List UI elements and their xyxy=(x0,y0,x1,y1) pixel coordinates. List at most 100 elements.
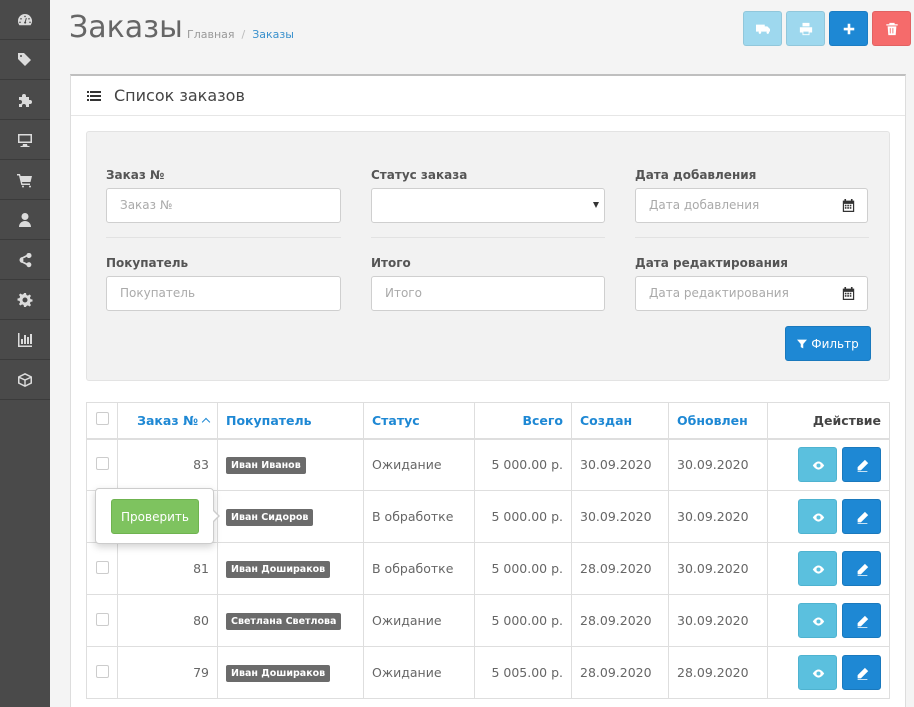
view-button[interactable] xyxy=(798,447,838,483)
status-cell: В обработке xyxy=(363,542,475,595)
table-row: 80 Светлана Светлова Ожидание 5 000.00 р… xyxy=(86,594,890,647)
order-status-select[interactable] xyxy=(371,188,605,223)
total-input[interactable]: Итого xyxy=(371,276,605,311)
breadcrumb-current-link[interactable]: Заказы xyxy=(252,28,294,41)
gear-icon xyxy=(17,292,33,307)
verify-button[interactable]: Проверить xyxy=(111,499,199,534)
customer-label: Иван Сидоров xyxy=(226,508,314,526)
sidebar-item-reports[interactable] xyxy=(0,320,50,360)
eye-icon xyxy=(812,669,825,678)
print-button[interactable] xyxy=(786,11,825,46)
cart-icon xyxy=(17,173,32,188)
view-button[interactable] xyxy=(798,551,838,586)
calendar-icon xyxy=(842,199,854,212)
column-created[interactable]: Создан xyxy=(571,402,669,440)
row-checkbox[interactable] xyxy=(95,664,109,678)
sidebar-item-sales[interactable] xyxy=(0,160,50,200)
select-all-cell xyxy=(86,402,118,440)
sidebar-item-marketing[interactable] xyxy=(0,240,50,280)
customer-label: Иван Дошираков xyxy=(226,664,331,682)
filter-divider xyxy=(371,237,605,238)
created-cell: 30.09.2020 xyxy=(571,438,669,491)
filter-button[interactable]: Фильтр xyxy=(785,326,871,361)
order-id-cell: 83 xyxy=(117,438,218,491)
view-button[interactable] xyxy=(798,603,838,638)
date-modified-calendar-button[interactable] xyxy=(829,276,868,311)
updated-cell: 30.09.2020 xyxy=(668,438,768,491)
edit-button[interactable] xyxy=(842,447,881,483)
table-row: 79 Иван Дошираков Ожидание 5 005.00 р. 2… xyxy=(86,646,890,699)
filter-divider xyxy=(106,237,341,238)
row-checkbox[interactable] xyxy=(95,560,109,574)
sidebar-item-customers[interactable] xyxy=(0,200,50,240)
action-cell xyxy=(767,646,890,699)
edit-button[interactable] xyxy=(842,655,881,690)
updated-cell: 30.09.2020 xyxy=(668,594,768,647)
desktop-icon xyxy=(18,133,32,147)
share-icon xyxy=(19,252,32,267)
bar-chart-icon xyxy=(18,332,32,347)
sidebar-item-modules[interactable] xyxy=(0,360,50,400)
row-select-cell xyxy=(86,646,118,699)
date-modified-input[interactable]: Дата редактирования xyxy=(635,276,830,311)
row-select-cell xyxy=(86,438,118,491)
eye-icon xyxy=(812,513,825,522)
view-button[interactable] xyxy=(798,499,838,534)
customer-label: Светлана Светлова xyxy=(226,612,342,630)
select-all-checkbox[interactable] xyxy=(95,412,109,426)
add-order-button[interactable] xyxy=(829,11,868,46)
eye-icon xyxy=(812,565,825,574)
ship-button[interactable] xyxy=(743,11,782,46)
sidebar-item-dashboard[interactable] xyxy=(0,0,50,40)
customer-input[interactable]: Покупатель xyxy=(106,276,341,311)
column-status[interactable]: Статус xyxy=(363,402,475,440)
verify-popover: Проверить xyxy=(95,488,220,544)
edit-button[interactable] xyxy=(842,499,881,534)
table-row: 83 Иван Иванов Ожидание 5 000.00 р. 30.0… xyxy=(86,438,890,491)
edit-button[interactable] xyxy=(842,551,881,586)
filter-divider xyxy=(635,237,869,238)
total-cell: 5 005.00 р. xyxy=(474,646,572,699)
date-modified-label: Дата редактирования xyxy=(635,256,788,270)
total-cell: 5 000.00 р. xyxy=(474,594,572,647)
edit-button[interactable] xyxy=(842,603,881,638)
list-icon xyxy=(87,90,101,101)
order-id-input[interactable]: Заказ № xyxy=(106,188,341,223)
order-status-label: Статус заказа xyxy=(371,168,468,182)
created-cell: 28.09.2020 xyxy=(571,646,669,699)
date-added-calendar-button[interactable] xyxy=(829,188,868,223)
sidebar xyxy=(0,0,50,707)
pencil-icon xyxy=(857,667,869,680)
row-checkbox[interactable] xyxy=(95,612,109,626)
total-cell: 5 000.00 р. xyxy=(474,438,572,491)
customer-cell: Иван Дошираков xyxy=(217,542,364,595)
action-cell xyxy=(767,438,890,491)
order-id-cell: 80 xyxy=(117,594,218,647)
sort-asc-icon xyxy=(201,417,211,426)
column-updated[interactable]: Обновлен xyxy=(668,402,768,440)
customer-cell: Иван Дошираков xyxy=(217,646,364,699)
user-icon xyxy=(19,212,31,227)
column-order-id[interactable]: Заказ № xyxy=(117,402,218,440)
status-cell: Ожидание xyxy=(363,438,475,491)
pencil-icon xyxy=(857,563,869,576)
filter-button-label: Фильтр xyxy=(811,336,859,351)
column-customer[interactable]: Покупатель xyxy=(217,402,364,440)
orders-table: Заказ № Покупатель Статус Всего Создан О… xyxy=(86,402,890,699)
delete-button[interactable] xyxy=(872,11,911,46)
sidebar-item-design[interactable] xyxy=(0,120,50,160)
sidebar-item-catalog[interactable] xyxy=(0,40,50,80)
breadcrumb-home-link[interactable]: Главная xyxy=(187,28,235,41)
page-title: Заказы xyxy=(69,10,183,45)
breadcrumb: Главная / Заказы xyxy=(187,28,294,41)
date-added-input[interactable]: Дата добавления xyxy=(635,188,830,223)
action-cell xyxy=(767,490,890,543)
view-button[interactable] xyxy=(798,655,838,690)
plus-icon xyxy=(843,23,854,34)
column-total[interactable]: Всего xyxy=(474,402,572,440)
sidebar-item-system[interactable] xyxy=(0,280,50,320)
row-checkbox[interactable] xyxy=(95,456,109,470)
trash-icon xyxy=(885,22,898,35)
sidebar-item-extensions[interactable] xyxy=(0,80,50,120)
customer-cell: Иван Сидоров xyxy=(217,490,364,543)
